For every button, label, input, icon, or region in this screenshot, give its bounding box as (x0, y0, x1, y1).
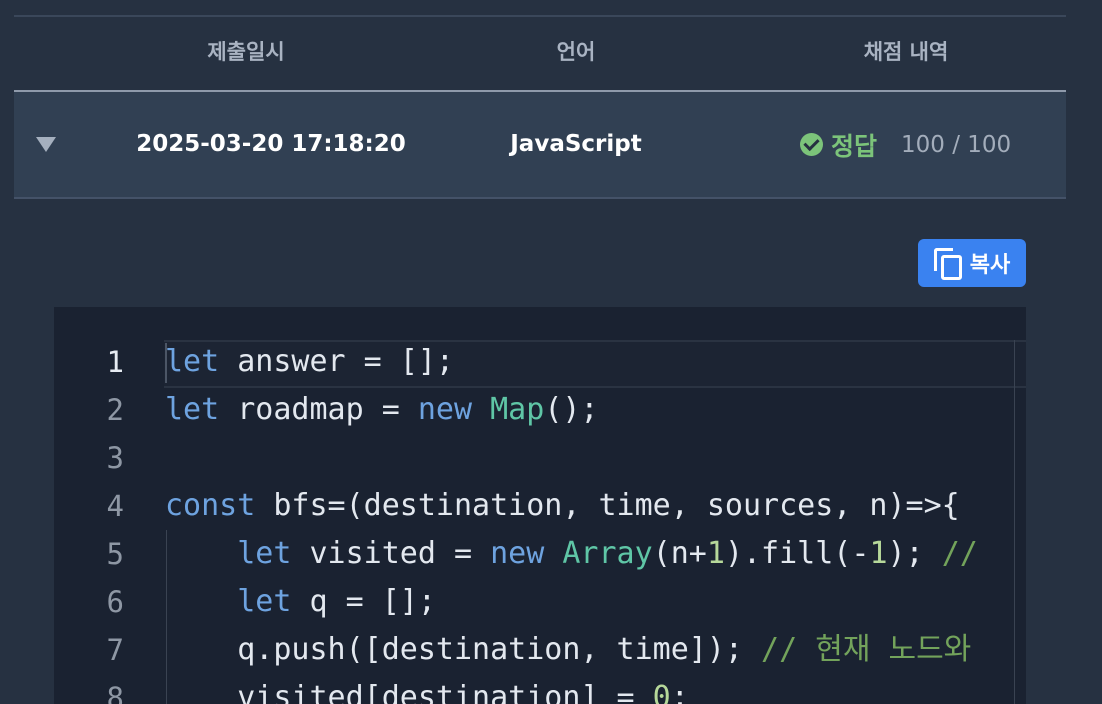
code-token: let (165, 344, 220, 379)
editor-ruler (1014, 340, 1015, 704)
code-token: ; (670, 680, 689, 704)
code-line: let q = []; (165, 578, 978, 626)
code-token: (n+ (652, 536, 707, 571)
code-token: // (941, 536, 978, 571)
line-number: 4 (106, 489, 124, 523)
line-number: 1 (106, 345, 124, 379)
line-number: 7 (106, 633, 124, 667)
code-token: 1 (706, 536, 725, 571)
code-line: const bfs=(destination, time, sources, n… (165, 482, 978, 530)
copy-icon (933, 248, 962, 280)
code-token: const (165, 488, 256, 523)
code-line: q.push([destination, time]); // 현재 노드와 (165, 626, 978, 674)
code-token: visited = (291, 536, 491, 571)
code-line: visited[destination] = 0; (165, 674, 978, 704)
result-cell: 정답 100 / 100 (800, 92, 1011, 197)
code-token: ); (887, 536, 942, 571)
table-row[interactable]: 2025-03-20 17:18:20 JavaScript 정답 100 / … (14, 92, 1066, 197)
header-language: 언어 (556, 40, 596, 64)
code-token: q.push([destination, time]); (165, 632, 762, 667)
header-submitted-at: 제출일시 (207, 40, 285, 64)
copy-button[interactable]: 복사 (918, 239, 1026, 287)
code-token: q = []; (291, 584, 436, 619)
row-divider (14, 197, 1066, 199)
code-line: let roadmap = new Map(); (165, 386, 978, 434)
code-token: let (237, 584, 292, 619)
submitted-at-cell: 2025-03-20 17:18:20 (136, 131, 406, 157)
code-token: ).fill(- (724, 536, 870, 571)
line-number-gutter: 1 2 3 4 5 6 7 8 (54, 338, 124, 704)
table-header: 제출일시 언어 채점 내역 (14, 17, 1066, 90)
score-label: 100 / 100 (901, 131, 1012, 158)
copy-button-label: 복사 (969, 253, 1011, 278)
verdict-label: 정답 (831, 131, 878, 161)
code-token: 1 (869, 536, 888, 571)
code-token: let (237, 536, 292, 571)
code-token: 0 (652, 680, 671, 704)
code-line: let visited = new Array(n+1).fill(-1); /… (165, 530, 978, 578)
header-result: 채점 내역 (863, 40, 949, 64)
code-token: // 현재 노드와 (761, 632, 972, 667)
code-line: let answer = []; (165, 338, 978, 386)
expand-caret-icon[interactable] (36, 137, 56, 152)
code-token: Map (490, 392, 545, 427)
line-number: 8 (106, 681, 124, 704)
code-editor[interactable]: 12345678 let answer = []; let roadmap = n… (54, 307, 1026, 704)
check-circle-icon (800, 133, 823, 156)
code-token: visited[destination] = (165, 680, 653, 704)
code-token: bfs=(destination, time, sources, n)=>{ (255, 488, 960, 523)
code-token: let (165, 392, 220, 427)
code-token: roadmap = (219, 392, 418, 427)
code-content[interactable]: let answer = []; let roadmap = new Map();… (165, 338, 978, 704)
line-number: 5 (106, 537, 124, 571)
text-cursor (165, 343, 167, 383)
line-number: 6 (106, 585, 124, 619)
code-token: new (417, 392, 473, 427)
language-cell: JavaScript (510, 131, 642, 157)
line-number: 3 (106, 441, 124, 475)
code-token: answer = []; (219, 344, 454, 379)
code-token: new (490, 536, 545, 571)
code-token: (); (544, 392, 599, 427)
code-token: Array (562, 536, 653, 571)
line-number: 2 (106, 393, 124, 427)
